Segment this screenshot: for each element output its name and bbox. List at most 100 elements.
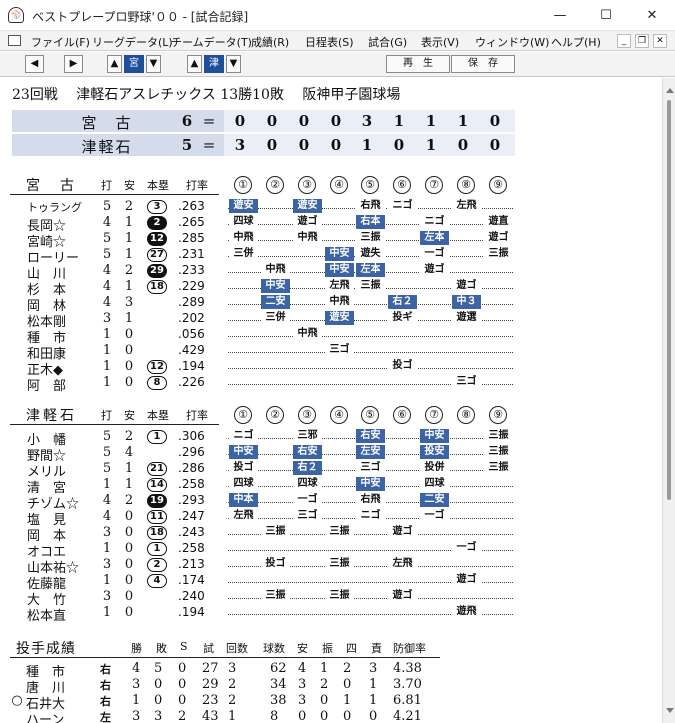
scroll-down-icon[interactable] bbox=[666, 708, 674, 713]
pitcher-stat: 0 bbox=[178, 693, 187, 708]
inning-header: ⑤ bbox=[361, 176, 379, 194]
at-bat-result: 中飛 bbox=[261, 263, 290, 277]
player-hits: 0 bbox=[124, 557, 134, 572]
pitcher-stat: 4.38 bbox=[393, 661, 422, 676]
at-bat-result: 四球 bbox=[229, 477, 258, 491]
mdi-close-button[interactable]: ✕ bbox=[653, 34, 667, 48]
pitcher-stat: 3 bbox=[154, 709, 163, 723]
player-row: 種 市 1 0.056 中飛 bbox=[0, 327, 662, 346]
player-row: 塩 見 4 0 11.247 左飛 三ゴ ニゴ 一ゴ bbox=[0, 509, 662, 528]
at-bat-result: ニゴ bbox=[356, 509, 385, 523]
player-hits: 2 bbox=[124, 263, 134, 278]
pitcher-stat: 62 bbox=[270, 661, 287, 676]
player-hits: 1 bbox=[124, 461, 134, 476]
scroll-thumb[interactable] bbox=[667, 100, 671, 500]
pitching-col-header: 防御率 bbox=[393, 642, 426, 655]
menu-view[interactable]: 表示(V) bbox=[421, 34, 459, 50]
prev-arrow-icon[interactable]: ◀ bbox=[25, 55, 44, 73]
inning-header: ② bbox=[266, 406, 284, 424]
mdi-minimize-button[interactable]: _ bbox=[617, 34, 631, 48]
game-number: 23回戦 bbox=[12, 87, 58, 103]
player-name[interactable]: 松本直 bbox=[27, 605, 66, 624]
team2-down-icon[interactable]: ▼ bbox=[226, 55, 241, 73]
team1-toggle[interactable]: 宮 bbox=[124, 55, 144, 73]
player-row: 佐藤龍 1 0 4.174 遊ゴ bbox=[0, 573, 662, 592]
pitcher-stat: 1 bbox=[132, 693, 141, 708]
player-average: .306 bbox=[178, 429, 205, 443]
menu-file[interactable]: ファイル(F) bbox=[31, 34, 90, 50]
player-name[interactable]: トゥラング bbox=[27, 199, 82, 215]
menu-stats[interactable]: 成績(R) bbox=[251, 34, 289, 50]
player-at-bats: 5 bbox=[102, 231, 112, 246]
maximize-button[interactable]: ☐ bbox=[583, 0, 629, 31]
pitching-underline bbox=[10, 657, 440, 658]
pitcher-stat: 34 bbox=[270, 677, 287, 692]
menu-help[interactable]: ヘルプ(H) bbox=[551, 34, 601, 50]
player-at-bats: 5 bbox=[102, 429, 112, 444]
player-average: .429 bbox=[178, 343, 205, 357]
pitcher-row: 唐 川右 3 0 0 29 2 34 3 2 0 1 3.70 bbox=[0, 677, 662, 696]
inning-score: 0 bbox=[393, 136, 405, 154]
pitching-col-header: 球数 bbox=[263, 642, 285, 655]
game-heading: 23回戦 津軽石アスレチックス 13勝10敗 阪神甲子園球場 bbox=[12, 84, 400, 104]
player-row: 小 幡 5 2 1.306 ニゴ 三邪 右安 中安 三振 bbox=[0, 429, 662, 448]
inning-header: ① bbox=[234, 176, 252, 194]
score-team-name: 宮 古 bbox=[81, 114, 133, 132]
team2-toggle[interactable]: 津 bbox=[204, 55, 224, 73]
replay-button[interactable]: 再 生 bbox=[386, 55, 450, 73]
at-bat-result: 三振 bbox=[356, 231, 385, 245]
at-bat-result: 三併 bbox=[261, 311, 290, 325]
menu-game[interactable]: 試合(G) bbox=[368, 34, 407, 50]
menu-bar: ファイル(F) リーグデータ(L) チームデータ(T) 成績(R) 日程表(S)… bbox=[0, 31, 675, 51]
inning-score: 0 bbox=[489, 112, 501, 130]
document-icon[interactable] bbox=[8, 35, 21, 46]
at-bat-result: 一ゴ bbox=[420, 509, 449, 523]
at-bat-result: 右安 bbox=[356, 429, 385, 443]
section-underline bbox=[10, 424, 219, 425]
player-name[interactable]: 阿 部 bbox=[27, 375, 66, 394]
scroll-up-icon[interactable] bbox=[666, 88, 674, 93]
pitcher-stat: 1 bbox=[228, 709, 237, 723]
vertical-scrollbar[interactable] bbox=[662, 78, 675, 723]
player-hits: 0 bbox=[124, 605, 134, 620]
at-bat-result: 右飛 bbox=[356, 199, 385, 213]
save-button[interactable]: 保 存 bbox=[451, 55, 515, 73]
col-header-ab: 打 bbox=[101, 409, 112, 422]
menu-schedule[interactable]: 日程表(S) bbox=[305, 34, 354, 50]
score-equals: = bbox=[202, 136, 216, 154]
inning-header: ⑨ bbox=[489, 406, 507, 424]
menu-league-data[interactable]: リーグデータ(L) bbox=[92, 34, 173, 50]
leader-dots bbox=[228, 368, 513, 369]
player-average: .226 bbox=[178, 375, 205, 389]
team2-up-icon[interactable]: ▲ bbox=[187, 55, 202, 73]
at-bat-result: 二安 bbox=[420, 493, 449, 507]
pitcher-name[interactable]: ハーン bbox=[26, 709, 64, 723]
player-average: .240 bbox=[178, 589, 205, 603]
player-at-bats: 5 bbox=[102, 445, 112, 460]
inning-header: ⑤ bbox=[361, 406, 379, 424]
player-row: 宮崎☆ 5 1 12.285 中飛 中飛 三振 左本 遊ゴ bbox=[0, 231, 662, 250]
window-title: ベストプレープロ野球'００ - [試合記録] bbox=[32, 10, 249, 24]
pitcher-hand: 右 bbox=[100, 663, 111, 676]
player-row: 杉 本 4 1 18.229 中安 左飛 三振 遊ゴ bbox=[0, 279, 662, 298]
menu-team-data[interactable]: チームデータ(T) bbox=[171, 34, 252, 50]
player-at-bats: 4 bbox=[102, 295, 112, 310]
at-bat-result: 中３ bbox=[452, 295, 481, 309]
inning-score: 0 bbox=[298, 112, 310, 130]
inning-header: ⑥ bbox=[393, 176, 411, 194]
menu-window[interactable]: ウィンドウ(W) bbox=[475, 34, 549, 50]
team1-down-icon[interactable]: ▼ bbox=[146, 55, 161, 73]
next-arrow-icon[interactable]: ▶ bbox=[64, 55, 83, 73]
player-homeruns: 14 bbox=[147, 478, 167, 492]
at-bat-result: 右飛 bbox=[356, 493, 385, 507]
pitcher-stat: 27 bbox=[202, 661, 219, 676]
minimize-button[interactable]: — bbox=[537, 0, 583, 31]
close-button[interactable]: ✕ bbox=[629, 0, 675, 31]
player-at-bats: 5 bbox=[102, 199, 112, 214]
player-homeruns: 29 bbox=[147, 264, 167, 278]
pitcher-stat: 2 bbox=[228, 677, 237, 692]
at-bat-result: 中飛 bbox=[229, 231, 258, 245]
team1-up-icon[interactable]: ▲ bbox=[107, 55, 122, 73]
player-row: 清 宮 1 1 14.258 四球 四球 中安 四球 bbox=[0, 477, 662, 496]
mdi-restore-button[interactable]: ❐ bbox=[635, 34, 649, 48]
